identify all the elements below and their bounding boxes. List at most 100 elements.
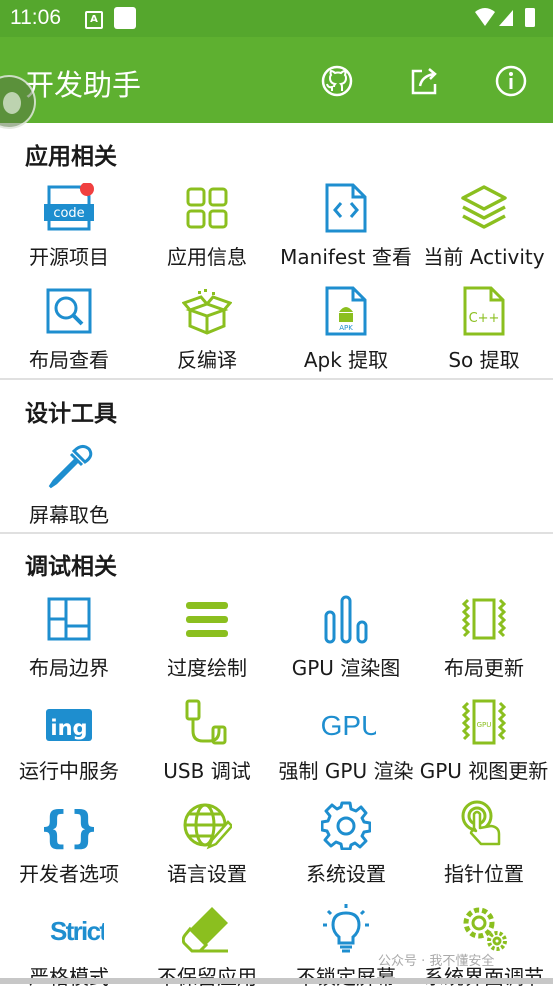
status-bar: 11:06 A bbox=[0, 0, 553, 37]
item-label: 反编译 bbox=[177, 348, 237, 372]
item-color-picker[interactable]: 屏幕取色 bbox=[0, 441, 138, 541]
menu-lines-icon bbox=[186, 602, 228, 637]
battery-icon bbox=[525, 8, 535, 27]
layout-search-icon bbox=[46, 288, 92, 334]
item-gpu-view-update[interactable]: GPU GPU 视图更新 bbox=[415, 697, 553, 797]
divider bbox=[0, 532, 553, 534]
apk-file-icon: APK bbox=[325, 286, 367, 336]
item-label: 语言设置 bbox=[167, 862, 247, 886]
cpp-file-icon: C++ bbox=[463, 286, 505, 336]
svg-text:{}: {} bbox=[44, 802, 94, 850]
app-bar: 开发助手 bbox=[0, 37, 553, 123]
item-open-source[interactable]: code 开源项目 bbox=[0, 183, 138, 283]
item-label: 严格模式 bbox=[29, 965, 109, 989]
item-label: 不保留应用 bbox=[157, 965, 257, 989]
wifi-icon bbox=[475, 8, 495, 26]
divider bbox=[0, 378, 553, 380]
status-time: 11:06 bbox=[10, 6, 61, 29]
github-icon[interactable] bbox=[320, 64, 354, 98]
item-app-info[interactable]: 应用信息 bbox=[138, 183, 276, 283]
item-label: Apk 提取 bbox=[303, 348, 389, 372]
item-system-settings[interactable]: 系统设置 bbox=[277, 800, 415, 900]
system-status-icons bbox=[475, 8, 535, 27]
item-overdraw[interactable]: 过度绘制 bbox=[138, 594, 276, 694]
item-running-services[interactable]: ing 运行中服务 bbox=[0, 697, 138, 797]
item-no-keep-apps[interactable]: 不保留应用 bbox=[138, 903, 276, 1003]
item-label: 强制 GPU 渲染 bbox=[278, 759, 414, 783]
item-label: 布局查看 bbox=[29, 348, 109, 372]
item-label: 系统设置 bbox=[306, 862, 386, 886]
item-label: GPU 视图更新 bbox=[419, 759, 549, 783]
item-manifest[interactable]: Manifest 查看 bbox=[277, 183, 415, 283]
item-label: USB 调试 bbox=[163, 759, 251, 783]
item-so-extract[interactable]: C++ So 提取 bbox=[415, 286, 553, 386]
bottom-scroll-bar bbox=[0, 978, 553, 984]
item-label: 开发者选项 bbox=[19, 862, 119, 886]
touch-icon bbox=[461, 800, 501, 846]
item-label: 开源项目 bbox=[29, 245, 109, 269]
item-layout-update[interactable]: 布局更新 bbox=[415, 594, 553, 694]
item-label: 过度绘制 bbox=[167, 656, 247, 680]
gpu-text-icon: GPU bbox=[321, 710, 376, 741]
item-layout-view[interactable]: 布局查看 bbox=[0, 286, 138, 386]
layout-update-icon bbox=[461, 598, 507, 640]
item-label: Manifest 查看 bbox=[280, 245, 412, 269]
eyedropper-icon bbox=[48, 444, 93, 489]
usb-icon bbox=[185, 699, 227, 745]
item-label: 布局更新 bbox=[444, 656, 524, 680]
bulb-icon bbox=[323, 904, 369, 953]
watermark: 公众号 · 我不懂安全 bbox=[378, 954, 495, 969]
item-force-gpu[interactable]: GPU 强制 GPU 渲染 bbox=[277, 697, 415, 797]
svg-text:GPU: GPU bbox=[321, 710, 376, 741]
layout-bounds-icon bbox=[47, 597, 91, 641]
item-label: 指针位置 bbox=[444, 862, 524, 886]
item-gpu-render-graph[interactable]: GPU 渲染图 bbox=[277, 594, 415, 694]
item-usb-debug[interactable]: USB 调试 bbox=[138, 697, 276, 797]
item-strict-mode[interactable]: Strict 严格模式 bbox=[0, 903, 138, 1003]
svg-text:C++: C++ bbox=[469, 311, 500, 326]
item-decompile[interactable]: 反编译 bbox=[138, 286, 276, 386]
item-label: 运行中服务 bbox=[19, 759, 119, 783]
section-title-design: 设计工具 bbox=[25, 401, 117, 427]
floating-bug-button[interactable] bbox=[0, 75, 36, 129]
braces-icon: {} bbox=[44, 802, 94, 850]
signal-icon bbox=[499, 10, 513, 26]
app-title: 开发助手 bbox=[25, 68, 142, 102]
item-current-activity[interactable]: 当前 Activity bbox=[415, 183, 553, 283]
gears-icon bbox=[463, 907, 507, 951]
globe-pen-icon bbox=[183, 803, 232, 850]
svg-text:code: code bbox=[53, 206, 84, 221]
item-label: 当前 Activity bbox=[423, 245, 545, 269]
svg-text:ing: ing bbox=[50, 716, 87, 740]
bug-icon bbox=[3, 92, 21, 114]
notification-a-icon: A bbox=[85, 11, 103, 29]
share-icon[interactable] bbox=[408, 64, 442, 98]
eraser-icon bbox=[182, 907, 228, 953]
item-pointer-location[interactable]: 指针位置 bbox=[415, 800, 553, 900]
info-icon[interactable] bbox=[494, 64, 528, 98]
gear-icon bbox=[321, 801, 371, 850]
strict-icon: Strict bbox=[50, 916, 104, 946]
grid-icon bbox=[186, 187, 228, 229]
item-apk-extract[interactable]: APK Apk 提取 bbox=[277, 286, 415, 386]
notification-square-icon bbox=[114, 7, 136, 29]
code-icon: code bbox=[44, 183, 94, 231]
item-label: 屏幕取色 bbox=[29, 503, 109, 527]
item-label: GPU 渲染图 bbox=[291, 656, 401, 680]
item-label: So 提取 bbox=[448, 348, 520, 372]
open-box-icon bbox=[182, 289, 232, 335]
svg-text:APK: APK bbox=[339, 324, 353, 332]
layers-icon bbox=[461, 185, 507, 229]
section-title-debug: 调试相关 bbox=[25, 554, 117, 580]
ing-icon: ing bbox=[46, 709, 92, 741]
item-label: 布局边界 bbox=[29, 656, 109, 680]
item-layout-bounds[interactable]: 布局边界 bbox=[0, 594, 138, 694]
section-title-app: 应用相关 bbox=[25, 144, 117, 170]
item-label: 应用信息 bbox=[167, 245, 247, 269]
svg-text:Strict: Strict bbox=[50, 916, 104, 946]
item-developer-options[interactable]: {} 开发者选项 bbox=[0, 800, 138, 900]
item-language[interactable]: 语言设置 bbox=[138, 800, 276, 900]
svg-text:GPU: GPU bbox=[477, 721, 492, 729]
bar-chart-icon bbox=[324, 595, 368, 644]
manifest-file-icon bbox=[325, 183, 367, 233]
